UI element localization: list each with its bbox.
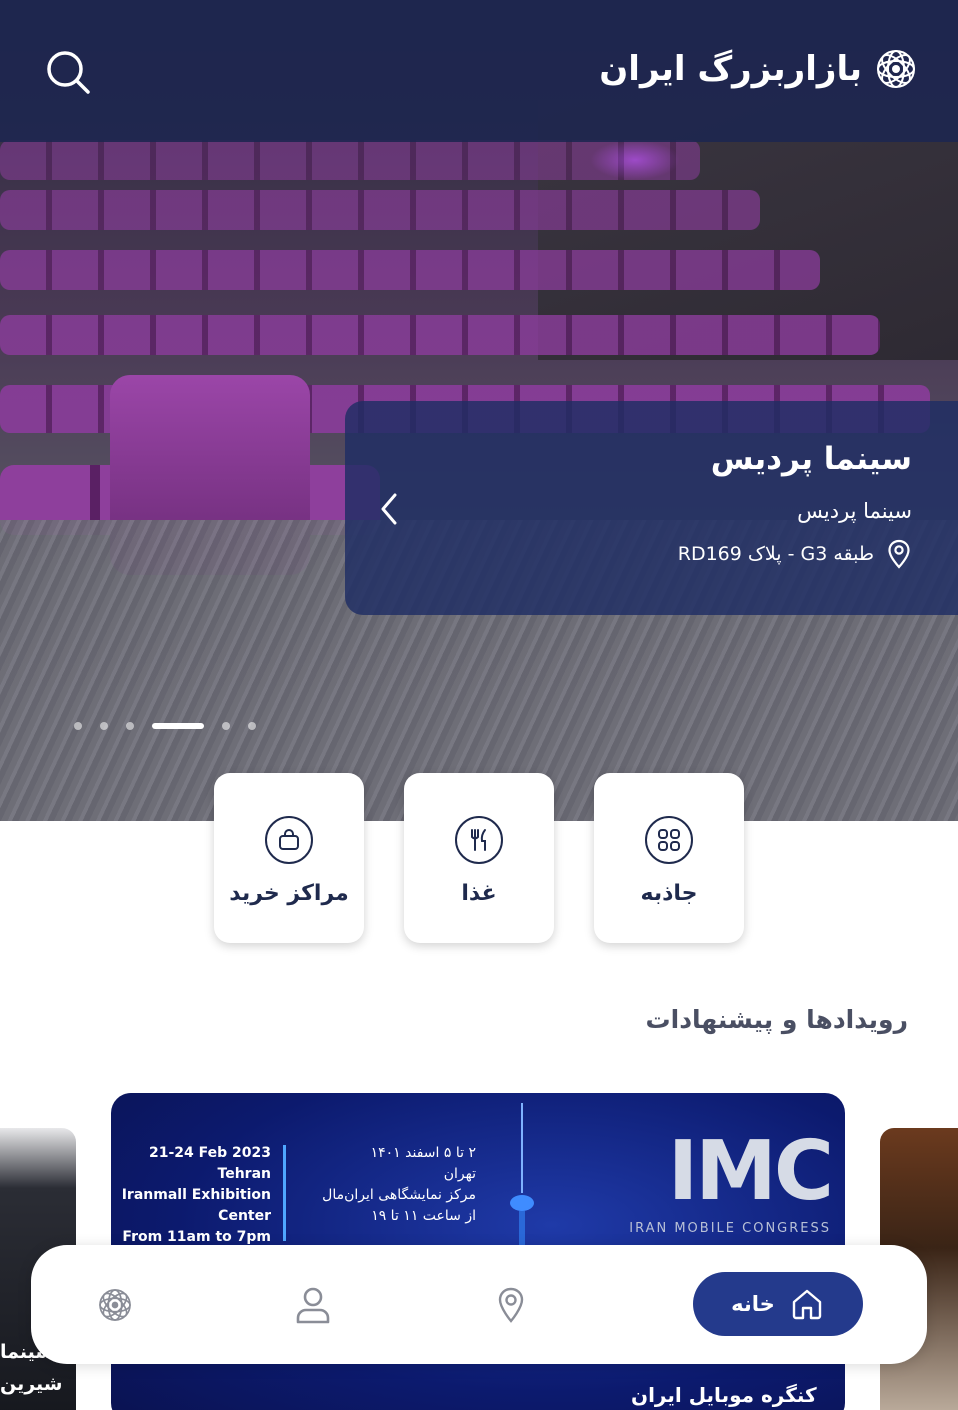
carousel-dot[interactable]	[248, 722, 256, 730]
event-divider	[283, 1145, 286, 1241]
profile-icon[interactable]	[293, 1285, 333, 1325]
location-pin-icon	[888, 539, 910, 569]
carousel-dot[interactable]	[74, 722, 82, 730]
carousel-indicators	[74, 722, 256, 730]
home-icon	[792, 1289, 822, 1320]
imc-logo: IMC	[667, 1124, 834, 1219]
event-date-line: 21-24 Feb 2023	[148, 1145, 271, 1161]
iranmall-emblem-icon[interactable]	[95, 1285, 135, 1325]
event-date-persian: ۲ تا ۵ اسفند ۱۴۰۱ تهران مرکز نمایشگاهی ا…	[296, 1143, 476, 1227]
top-bar: بازاربزرگ ایران	[0, 0, 958, 142]
grid-icon	[645, 816, 693, 864]
search-icon[interactable]	[44, 48, 92, 96]
location-icon[interactable]	[491, 1285, 531, 1325]
shopping-bag-icon	[265, 816, 313, 864]
brand-logo[interactable]: بازاربزرگ ایران	[599, 44, 920, 94]
events-section-title: رویدادها و پیشنهادات	[645, 1005, 908, 1034]
hero-subtitle: سینما پردیس	[797, 499, 912, 523]
imc-logo-subtitle: IRAN MOBILE CONGRESS	[629, 1221, 831, 1236]
category-label: مراکز خرید	[229, 881, 349, 906]
category-shopping-centers[interactable]: مراکز خرید	[214, 773, 364, 943]
carousel-dot-active[interactable]	[152, 723, 204, 729]
carousel-dot[interactable]	[222, 722, 230, 730]
brand-logo-text: بازاربزرگ ایران	[599, 49, 862, 89]
nav-home-button[interactable]: خانه	[693, 1272, 863, 1336]
hero-location: طبقه G3 - پلاک RD169	[678, 539, 912, 569]
category-label: غذا	[461, 881, 497, 906]
iranmall-emblem-icon	[877, 50, 915, 88]
event-date-line: تهران	[443, 1166, 476, 1182]
event-date-line: مرکز نمایشگاهی ایران‌مال	[322, 1187, 476, 1203]
category-label: جاذبه	[640, 881, 698, 906]
event-date-line: Iranmall Exhibition Center	[121, 1187, 271, 1224]
hero-info-card[interactable]: سینما پردیس سینما پردیس طبقه G3 - پلاک R…	[345, 401, 958, 615]
event-date-line: از ساعت ۱۱ تا ۱۹	[371, 1208, 476, 1224]
carousel-dot[interactable]	[100, 722, 108, 730]
food-icon	[455, 816, 503, 864]
event-left-line: شیرین	[0, 1373, 63, 1395]
bottom-navigation: خانه	[31, 1245, 927, 1364]
carousel-prev-arrow-icon[interactable]	[375, 491, 403, 527]
hero-location-text: طبقه G3 - پلاک RD169	[677, 543, 874, 565]
event-date-english: 21-24 Feb 2023 Tehran Iranmall Exhibitio…	[111, 1143, 271, 1248]
event-caption: کنگره موبایل ایران	[631, 1383, 817, 1407]
category-food[interactable]: غذا	[404, 773, 554, 943]
event-date-line: ۲ تا ۵ اسفند ۱۴۰۱	[370, 1145, 476, 1161]
category-attractions[interactable]: جاذبه	[594, 773, 744, 943]
nav-home-label: خانه	[731, 1292, 775, 1316]
event-date-line: Tehran	[217, 1166, 271, 1182]
hero-title: سینما پردیس	[710, 441, 912, 477]
carousel-dot[interactable]	[126, 722, 134, 730]
